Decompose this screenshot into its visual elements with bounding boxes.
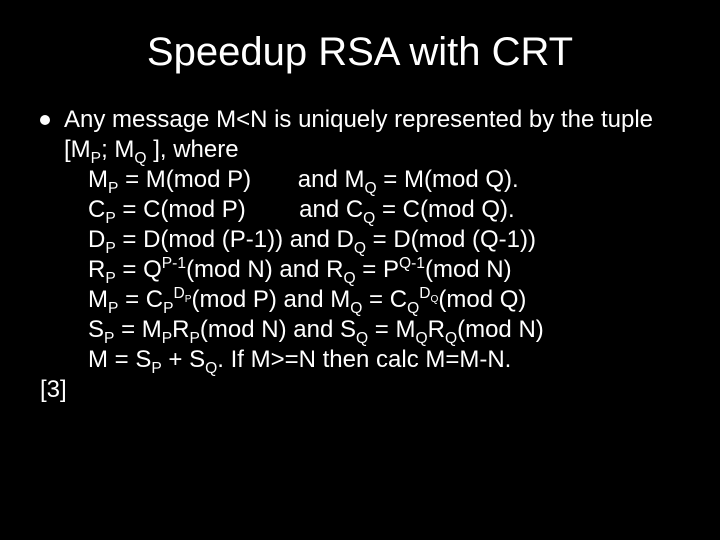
t: R	[172, 316, 189, 343]
t: (mod N)	[457, 316, 544, 343]
eq-line-6: SP = MPRP(mod N) and SQ = MQRQ(mod N)	[88, 315, 680, 345]
t: + S	[162, 346, 205, 373]
t: D	[419, 285, 430, 302]
sub: P	[151, 360, 161, 377]
sup: Q-1	[399, 255, 425, 272]
sup: DP	[174, 285, 192, 302]
eq-line-1: MP = M(mod P) and MQ = M(mod Q).	[88, 165, 680, 195]
eq-line-7: M = SP + SQ. If M>=N then calc M=M-N.	[88, 345, 680, 375]
bullet-content: Any message M<N is uniquely represented …	[64, 105, 680, 375]
t: D	[88, 226, 105, 253]
t: = P	[356, 256, 399, 283]
bullet-item: Any message M<N is uniquely represented …	[40, 105, 680, 375]
t: (mod Q)	[438, 286, 526, 313]
t: (mod N) and S	[200, 316, 356, 343]
t: = D(mod (P-1)) and D	[116, 226, 354, 253]
t: M	[88, 166, 108, 193]
t: (mod P) and M	[192, 286, 351, 313]
t: = M(mod Q).	[377, 166, 519, 193]
t: C	[88, 196, 105, 223]
t: = D(mod (Q-1))	[366, 226, 536, 253]
t: ], where	[147, 136, 239, 163]
t: = C	[118, 286, 163, 313]
t: = C	[362, 286, 407, 313]
intro-text: Any message M<N is uniquely represented …	[64, 106, 653, 163]
slide-title: Speedup RSA with CRT	[40, 30, 680, 75]
sub: Q	[205, 360, 217, 377]
slide: Speedup RSA with CRT Any message M<N is …	[0, 0, 720, 540]
eq-line-4: RP = QP-1(mod N) and RQ = PQ-1(mod N)	[88, 255, 680, 285]
t: . If M>=N then calc M=M-N.	[217, 346, 511, 373]
t: R	[88, 256, 105, 283]
sup: P-1	[162, 255, 186, 272]
t: = M	[114, 316, 161, 343]
equation-block: MP = M(mod P) and MQ = M(mod Q). CP = C(…	[88, 165, 680, 375]
eq-line-3: DP = D(mod (P-1)) and DQ = D(mod (Q-1))	[88, 225, 680, 255]
t: and M	[298, 166, 365, 193]
t: M = S	[88, 346, 151, 373]
t: = C(mod P)	[116, 196, 246, 223]
reference: [3]	[40, 375, 680, 405]
t: D	[174, 285, 185, 302]
slide-body: Any message M<N is uniquely represented …	[40, 105, 680, 405]
sub: P	[185, 294, 192, 305]
t: M	[88, 286, 108, 313]
sup: DQ	[419, 285, 438, 302]
eq-line-2: CP = C(mod P) and CQ = C(mod Q).	[88, 195, 680, 225]
eq-line-5: MP = CPDP(mod P) and MQ = CQDQ(mod Q)	[88, 285, 680, 315]
bullet-icon	[40, 115, 50, 125]
t: (mod N)	[425, 256, 512, 283]
t: = Q	[116, 256, 162, 283]
t: R	[428, 316, 445, 343]
t: ; M	[101, 136, 134, 163]
t: S	[88, 316, 104, 343]
t: (mod N) and R	[186, 256, 343, 283]
t: = M	[368, 316, 415, 343]
t: and C	[299, 196, 363, 223]
t: = C(mod Q).	[375, 196, 514, 223]
t: = M(mod P)	[118, 166, 251, 193]
